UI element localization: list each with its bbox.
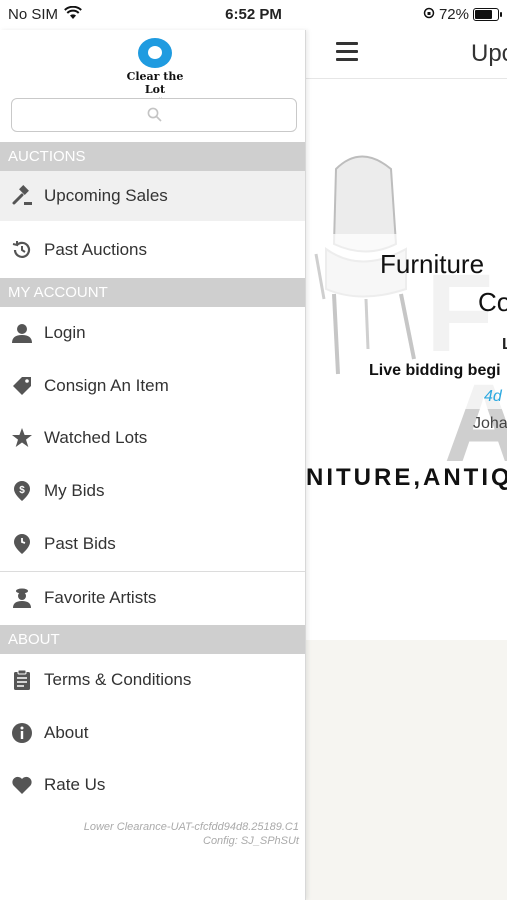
tag-icon	[11, 375, 33, 397]
svg-text:$: $	[19, 485, 25, 496]
menu-item-label: Consign An Item	[44, 376, 169, 395]
version-line: Lower Clearance-UAT-cfcfdd94d8.25189.C1	[83, 821, 299, 833]
section-auctions: AUCTIONS	[0, 142, 305, 171]
search-field[interactable]	[11, 98, 300, 133]
menu-item-past-bids[interactable]: Past Bids	[0, 519, 305, 569]
banner-line-4: Joha	[473, 415, 507, 432]
banner-heading-1: Furniture	[380, 249, 485, 279]
menu-item-label: My Bids	[44, 481, 105, 500]
main-footer-area	[306, 640, 507, 900]
logo-mark-icon	[138, 38, 172, 68]
status-right: 72%	[423, 6, 502, 23]
config-line: Config: SJ_SPhSUt	[203, 835, 299, 847]
menu-item-about[interactable]: About	[0, 708, 305, 758]
menu-item-login[interactable]: Login	[0, 308, 305, 358]
side-drawer: Clear the Lot powered by Full House Auct…	[0, 30, 306, 900]
star-icon	[11, 427, 33, 449]
menu-item-label: Past Bids	[44, 534, 116, 553]
main-panel: Upc F A Furniture Co L Live bidding begi…	[306, 30, 507, 900]
search-icon	[147, 107, 162, 122]
status-bar: No SIM 6:52 PM 72%	[0, 0, 507, 30]
menu-icon[interactable]	[336, 42, 358, 61]
logo-brand: Clear the Lot	[126, 70, 184, 96]
menu-item-past-auctions[interactable]: Past Auctions	[0, 225, 305, 275]
menu-item-label: Terms & Conditions	[44, 670, 192, 689]
battery-percent: 72%	[438, 6, 469, 23]
banner-line-2: Live bidding begi	[369, 362, 501, 379]
menu-item-label: Upcoming Sales	[44, 186, 168, 205]
version-info: Lower Clearance-UAT-cfcfdd94d8.25189.C1 …	[84, 820, 299, 848]
divider	[0, 571, 305, 572]
menu-item-rate-us[interactable]: Rate Us	[0, 760, 305, 810]
menu-item-label: Past Auctions	[44, 240, 148, 259]
banner-heading-2: Co	[478, 287, 507, 317]
menu-item-upcoming-sales[interactable]: Upcoming Sales	[0, 171, 305, 221]
menu-item-terms[interactable]: Terms & Conditions	[0, 655, 305, 705]
top-bar: Upc	[306, 30, 507, 79]
menu-item-label: Login	[44, 323, 86, 342]
page-title: Upc	[471, 40, 507, 67]
gavel-icon	[11, 185, 33, 207]
heart-icon	[11, 774, 33, 796]
history-icon	[11, 239, 33, 261]
clock-pin-icon	[11, 533, 33, 555]
banner-ribbon-text: NITURE,ANTIQ	[306, 464, 507, 491]
auction-banner[interactable]: F A Furniture Co L Live bidding begi 4d …	[306, 109, 507, 639]
banner-line-3: 4d	[484, 388, 502, 405]
menu-item-label: About	[44, 723, 89, 742]
section-about: ABOUT	[0, 625, 305, 654]
menu-item-label: Watched Lots	[44, 428, 148, 447]
dollar-pin-icon: $	[11, 480, 33, 502]
menu-item-watched-lots[interactable]: Watched Lots	[0, 413, 305, 463]
user-icon	[11, 322, 33, 344]
menu-item-favorite-artists[interactable]: Favorite Artists	[0, 573, 305, 623]
menu-item-label: Rate Us	[44, 775, 106, 794]
menu-item-my-bids[interactable]: $ My Bids	[0, 466, 305, 516]
info-icon	[11, 722, 33, 744]
section-my-account: MY ACCOUNT	[0, 278, 305, 307]
menu-item-consign[interactable]: Consign An Item	[0, 361, 305, 411]
app-logo: Clear the Lot powered by Full House Auct…	[115, 36, 195, 106]
clipboard-icon	[11, 669, 33, 691]
artist-icon	[11, 587, 33, 609]
menu-item-label: Favorite Artists	[44, 588, 157, 607]
orientation-lock-icon	[423, 6, 435, 23]
banner-line-1: L	[502, 336, 507, 353]
battery-icon	[473, 8, 502, 21]
